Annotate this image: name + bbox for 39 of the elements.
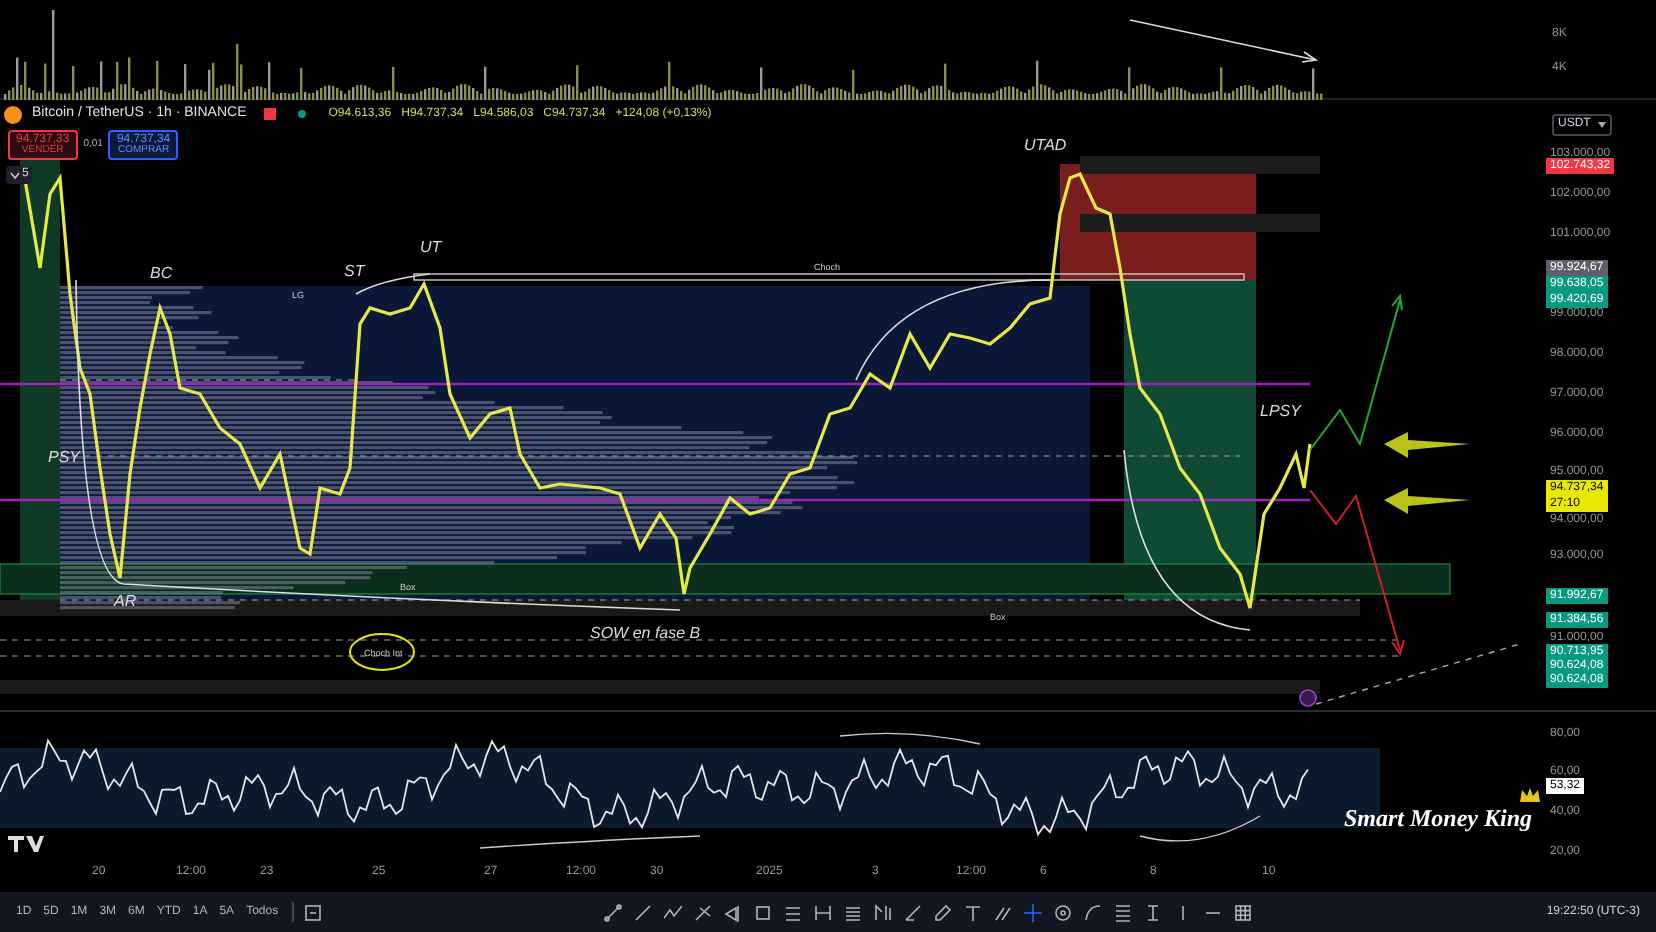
text-tool-icon[interactable] [964, 903, 983, 921]
wyckoff-label: UTAD [1024, 136, 1067, 154]
trend-line-icon[interactable] [604, 903, 623, 921]
market-status-icon [298, 110, 307, 119]
wyckoff-label: ST [344, 262, 365, 280]
fib-icon[interactable] [1114, 903, 1133, 921]
zigzag-icon[interactable] [664, 903, 683, 921]
caret-icon [1598, 122, 1607, 128]
wyckoff-label: BC [150, 264, 173, 282]
highlight-circle [349, 633, 415, 671]
wyckoff-label: SOW en fase B [590, 624, 701, 642]
vertical-measure-icon[interactable] [1144, 903, 1163, 921]
target-icon[interactable] [1054, 903, 1073, 921]
ray-icon[interactable] [634, 903, 653, 921]
exchange-flag-icon [264, 108, 277, 121]
coin-icon [4, 105, 22, 124]
range-measure-icon[interactable] [814, 903, 833, 921]
pointer-arrow-icon [1384, 432, 1470, 458]
pointer-arrow-icon [1384, 488, 1470, 514]
rectangle-icon[interactable] [754, 903, 773, 921]
parallel-lines-icon[interactable] [784, 903, 803, 921]
brand-logo-text: Smart Money King [1344, 802, 1533, 836]
lines-icon[interactable] [844, 903, 863, 921]
logo-icon [8, 836, 44, 852]
grid-icon[interactable] [1234, 903, 1253, 921]
crown-icon [1520, 788, 1540, 802]
wyckoff-label: AR [114, 592, 137, 610]
divergence-curve [1139, 815, 1261, 842]
date-range-icon[interactable] [304, 903, 323, 921]
arrow-marker-icon[interactable] [724, 903, 743, 921]
pen-icon[interactable] [934, 903, 953, 921]
curve-icon[interactable] [1084, 903, 1103, 921]
chevron-icon [10, 171, 20, 179]
crosshair-icon[interactable] [1024, 903, 1043, 921]
wyckoff-label: LPSY [1260, 402, 1301, 420]
divergence-curve [839, 732, 981, 745]
alert-marker-icon [1299, 689, 1317, 707]
wyckoff-label: UT [420, 238, 442, 256]
wyckoff-label: PSY [48, 448, 81, 466]
